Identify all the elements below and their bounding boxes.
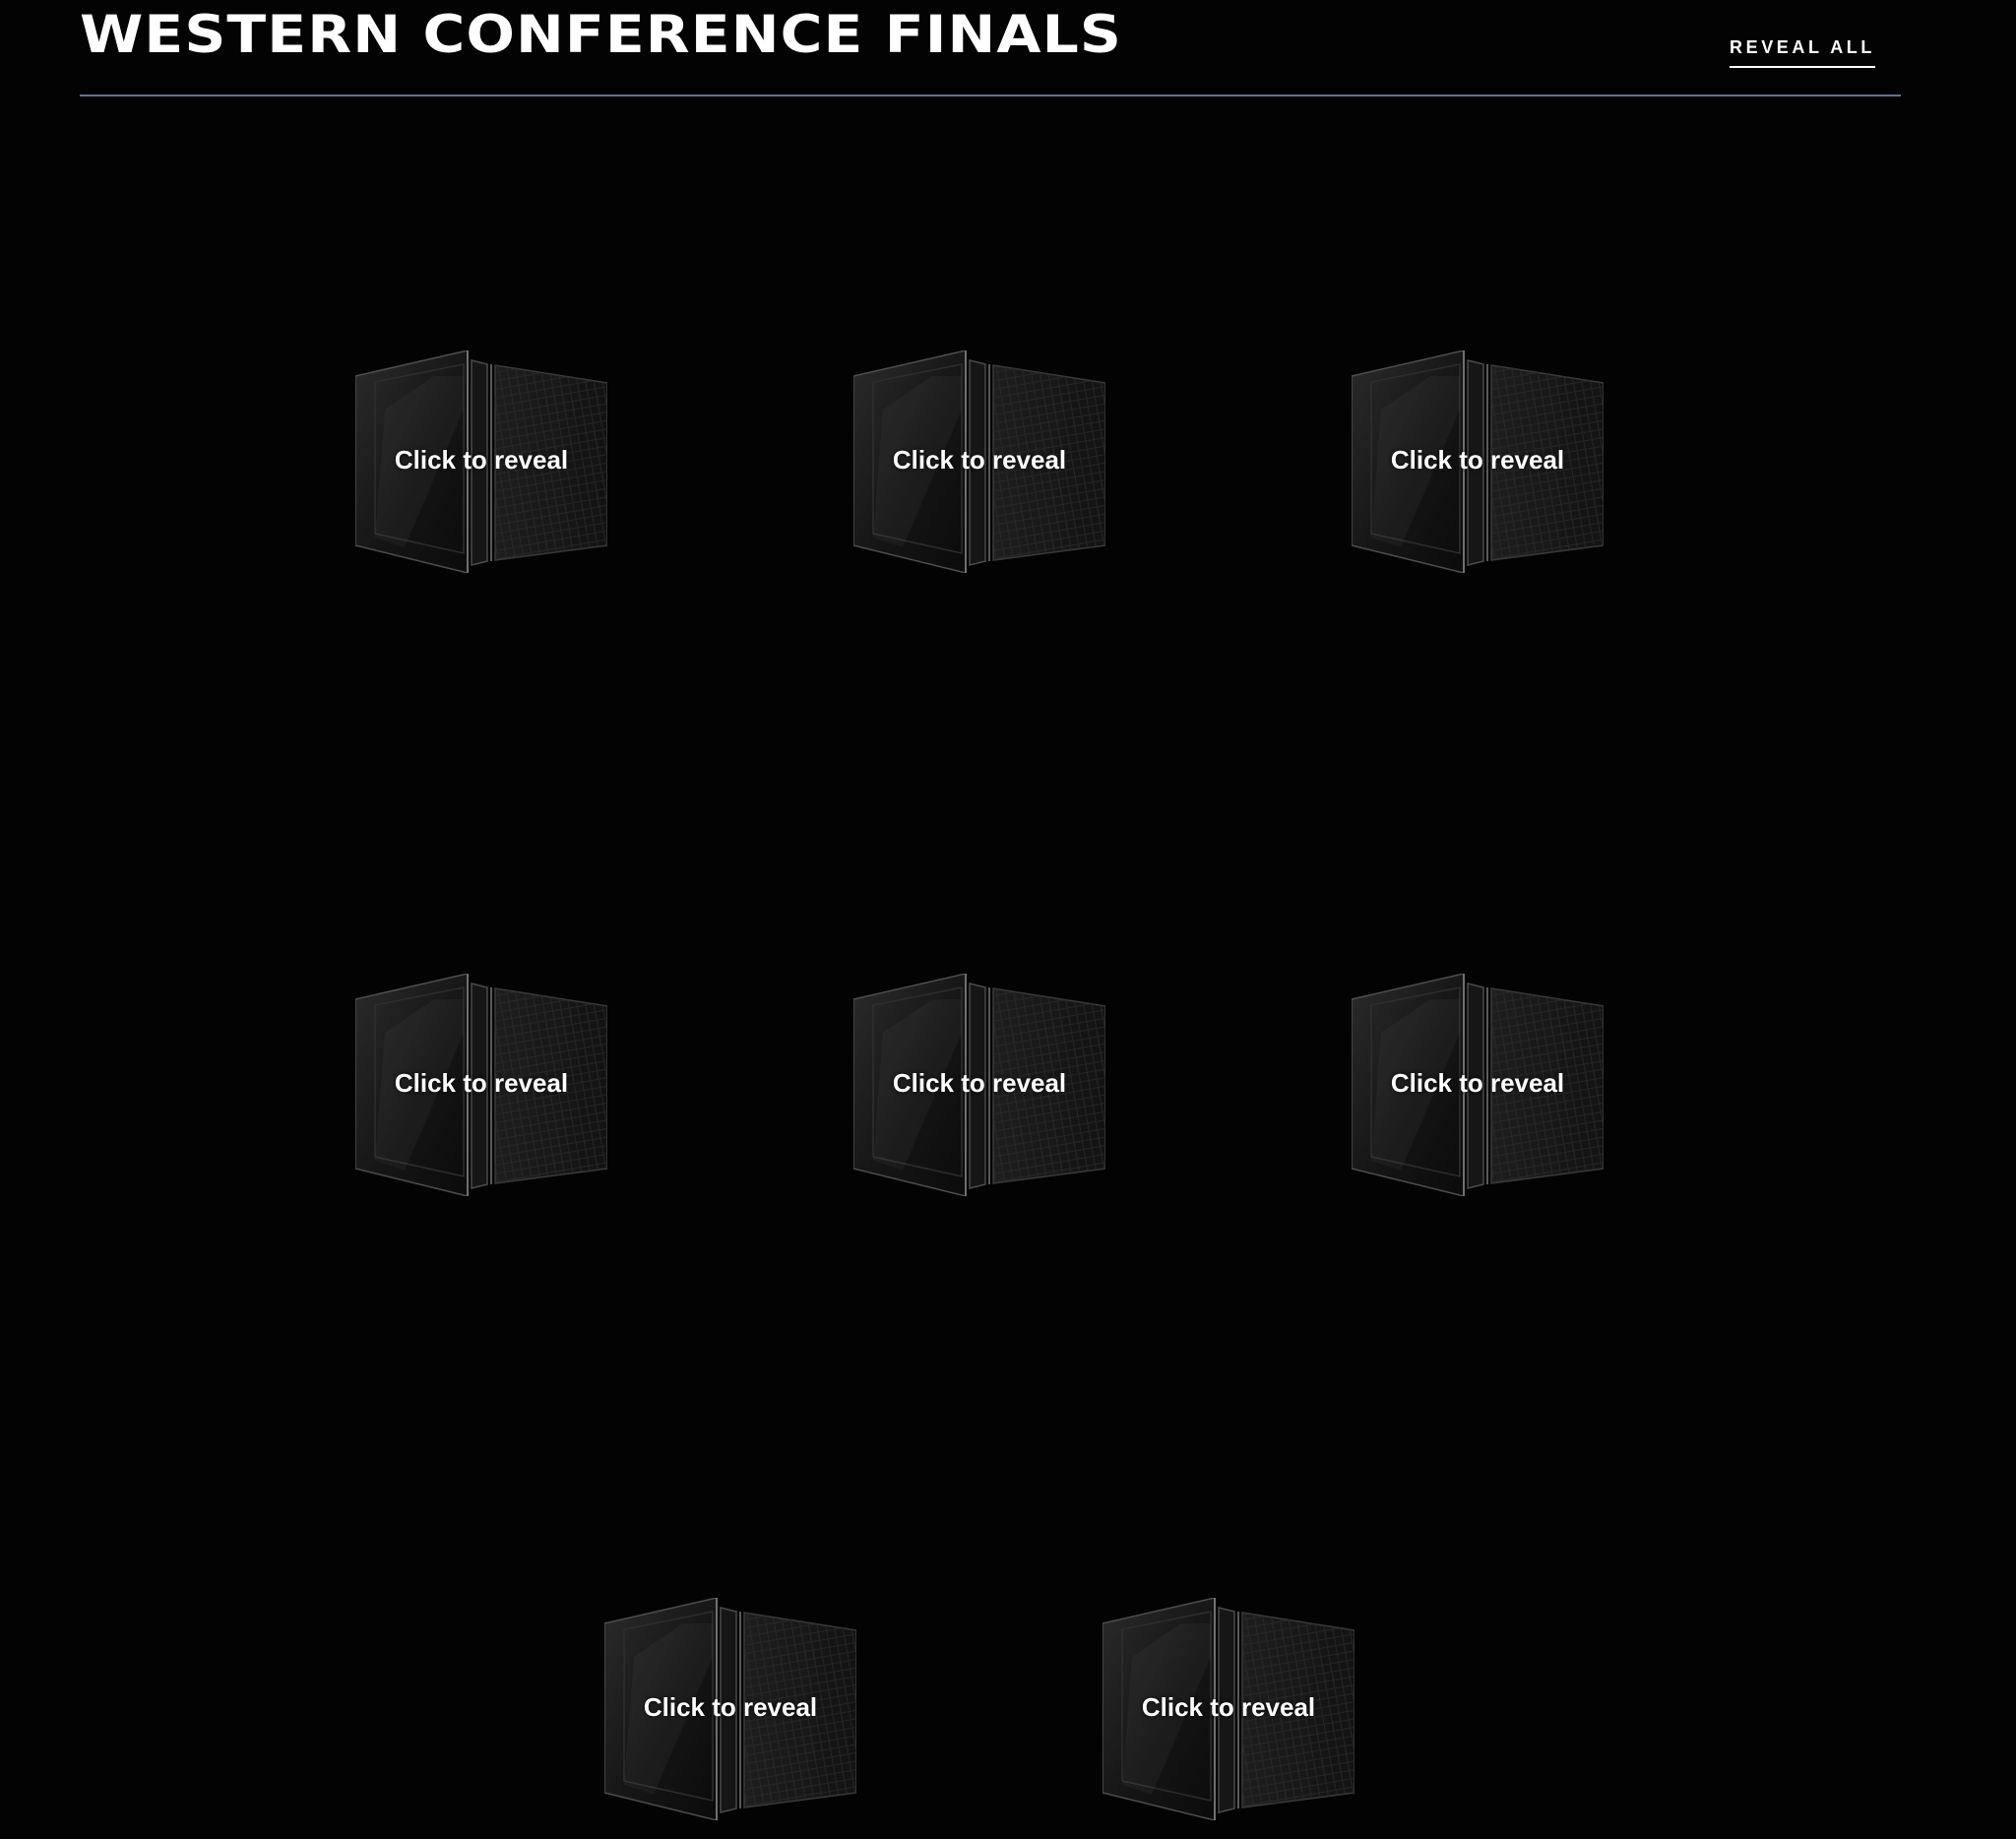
reveal-card[interactable]: Click to reveal bbox=[355, 974, 607, 1196]
card-mid-panel bbox=[720, 1607, 737, 1813]
reveal-card[interactable]: Click to reveal bbox=[355, 350, 607, 573]
card-pattern bbox=[993, 988, 1105, 1183]
card-mid-panel bbox=[969, 359, 986, 566]
card-pattern bbox=[1491, 365, 1604, 560]
reveal-card-art bbox=[604, 1598, 856, 1820]
card-pattern bbox=[993, 365, 1105, 560]
card-mid-panel bbox=[471, 359, 488, 566]
card-mid-panel bbox=[471, 983, 488, 1189]
reveal-card[interactable]: Click to reveal bbox=[1352, 350, 1604, 573]
reveal-card-grid: Click to reveal Click to reveal Click to… bbox=[0, 0, 2016, 1839]
card-pattern bbox=[495, 365, 607, 560]
reveal-card[interactable]: Click to reveal bbox=[1352, 974, 1604, 1196]
reveal-card-art bbox=[1102, 1598, 1354, 1820]
reveal-card[interactable]: Click to reveal bbox=[853, 350, 1105, 573]
reveal-card-art bbox=[355, 974, 607, 1196]
reveal-card-art bbox=[1352, 350, 1604, 573]
reveal-card-art bbox=[853, 350, 1105, 573]
page: WESTERN CONFERENCE FINALS REVEAL ALL Cli… bbox=[0, 0, 2016, 1839]
reveal-card-art bbox=[853, 974, 1105, 1196]
reveal-card-art bbox=[355, 350, 607, 573]
card-pattern bbox=[1491, 988, 1604, 1183]
card-mid-panel bbox=[1467, 983, 1484, 1189]
card-mid-panel bbox=[969, 983, 986, 1189]
card-pattern bbox=[1242, 1613, 1354, 1807]
reveal-card[interactable]: Click to reveal bbox=[604, 1598, 856, 1820]
card-mid-panel bbox=[1467, 359, 1484, 566]
card-pattern bbox=[744, 1613, 856, 1807]
reveal-card-art bbox=[1352, 974, 1604, 1196]
reveal-card[interactable]: Click to reveal bbox=[853, 974, 1105, 1196]
card-mid-panel bbox=[1218, 1607, 1235, 1813]
reveal-card[interactable]: Click to reveal bbox=[1102, 1598, 1354, 1820]
card-pattern bbox=[495, 988, 607, 1183]
